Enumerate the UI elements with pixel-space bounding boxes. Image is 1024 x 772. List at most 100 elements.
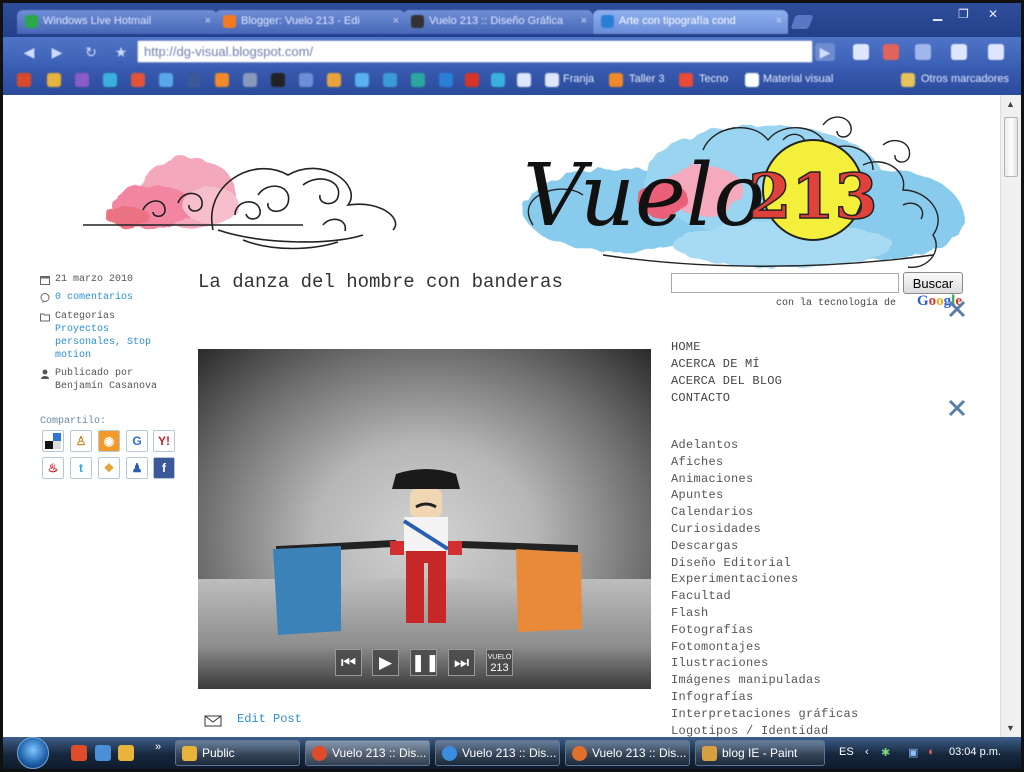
category-link[interactable]: Apuntes (671, 488, 724, 502)
scrollbar-thumb[interactable] (1004, 117, 1018, 177)
bookmark-icon[interactable] (47, 73, 61, 87)
bookmark-icon[interactable] (103, 73, 117, 87)
browser-tab-active[interactable]: Arte con tipografía cond × (593, 10, 788, 34)
bookmark-icon[interactable] (679, 73, 693, 87)
minimize-icon[interactable]: ▁ (933, 7, 942, 21)
pause-icon[interactable]: ❚❚ (410, 649, 440, 676)
technorati-share-icon[interactable]: ♨ (42, 457, 64, 479)
bookmark-label[interactable]: Taller 3 (629, 73, 664, 85)
bookmark-icon[interactable] (243, 73, 257, 87)
bookmark-icon[interactable] (383, 73, 397, 87)
start-button[interactable] (17, 737, 49, 769)
network-tray-icon[interactable]: ✱ (881, 746, 890, 759)
next-icon[interactable]: ⏭ (448, 649, 475, 676)
video-player[interactable]: ⏮ ▶ ❚❚ ⏭ VUELO 213 (198, 349, 651, 689)
desktop-quicklaunch-icon[interactable] (95, 745, 111, 761)
bookmark-label[interactable]: Franja (563, 73, 594, 85)
category-link[interactable]: Infografías (671, 690, 754, 704)
bookmark-icon[interactable] (545, 73, 559, 87)
bookmark-icon[interactable] (609, 73, 623, 87)
extension-icon[interactable] (915, 44, 931, 60)
category-link[interactable]: Experimentaciones (671, 572, 799, 586)
close-tab-icon[interactable]: × (581, 10, 587, 32)
page-menu-icon[interactable] (951, 44, 967, 60)
address-bar[interactable]: http://dg-visual.blogspot.com/ (137, 40, 813, 63)
bookmark-icon[interactable] (17, 73, 31, 87)
browser-tab[interactable]: Vuelo 213 :: Diseño Gráfica × (403, 10, 593, 34)
taskbar-item[interactable]: Public (175, 740, 300, 766)
rss-share-icon[interactable]: ◉ (98, 430, 120, 452)
display-tray-icon[interactable]: ▣ (908, 746, 918, 759)
category-link[interactable]: Animaciones (671, 472, 754, 486)
bookmark-icon[interactable] (75, 73, 89, 87)
nav-contact[interactable]: CONTACTO (671, 391, 730, 405)
nav-home[interactable]: HOME (671, 340, 701, 354)
bookmark-icon[interactable] (439, 73, 453, 87)
clock[interactable]: 03:04 p.m. (949, 746, 1001, 758)
bookmark-icon[interactable] (131, 73, 145, 87)
search-button[interactable]: Buscar (903, 272, 963, 294)
close-tab-icon[interactable]: × (205, 10, 211, 32)
bookmark-star-icon[interactable]: ★ (111, 43, 131, 61)
bookmark-label[interactable]: Tecno (699, 73, 728, 85)
bookmark-label[interactable]: Material visual (763, 73, 833, 85)
reload-icon[interactable]: ↻ (81, 43, 101, 61)
bookmark-icon[interactable] (187, 73, 201, 87)
extension-icon[interactable] (883, 44, 899, 60)
show-hidden-icons-icon[interactable]: ‹ (865, 746, 869, 758)
close-tab-icon[interactable]: × (776, 10, 782, 32)
post-title[interactable]: La danza del hombre con banderas (198, 271, 563, 293)
media-quicklaunch-icon[interactable] (118, 745, 134, 761)
bookmark-icon[interactable] (355, 73, 369, 87)
new-tab-button[interactable] (790, 15, 814, 29)
close-window-icon[interactable]: ✕ (988, 7, 998, 21)
bookmark-icon[interactable] (159, 73, 173, 87)
category-link[interactable]: Fotografías (671, 623, 754, 637)
digg-share-icon[interactable]: ♙ (70, 430, 92, 452)
category-link[interactable]: Curiosidades (671, 522, 761, 536)
twitter-share-icon[interactable]: t (70, 457, 92, 479)
chrome-quicklaunch-icon[interactable] (71, 745, 87, 761)
yahoo-share-icon[interactable]: Y! (153, 430, 175, 452)
blog-header-banner[interactable]: Vuelo 213 (3, 95, 1000, 275)
extension-icon[interactable] (853, 44, 869, 60)
browser-tab[interactable]: Windows Live Hotmail × (17, 10, 217, 34)
tools-icon[interactable] (947, 398, 967, 418)
search-input[interactable] (671, 273, 899, 293)
category-link[interactable]: Flash (671, 606, 709, 620)
taskbar-item[interactable]: blog IE - Paint (695, 740, 825, 766)
category-link[interactable]: Descargas (671, 539, 739, 553)
category-link[interactable]: Ilustraciones (671, 656, 769, 670)
bookmark-icon[interactable] (411, 73, 425, 87)
windows-live-share-icon[interactable]: ❖ (98, 457, 120, 479)
category-link[interactable]: Imágenes manipuladas (671, 673, 821, 687)
facebook-share-icon[interactable]: f (153, 457, 175, 479)
close-tab-icon[interactable]: × (393, 10, 399, 32)
more-quicklaunch-icon[interactable]: » (155, 741, 161, 753)
page-scrollbar[interactable]: ▲ ▼ (1000, 95, 1021, 737)
language-indicator[interactable]: ES (839, 746, 854, 758)
bookmark-icon[interactable] (271, 73, 285, 87)
bookmark-icon[interactable] (299, 73, 313, 87)
category-link[interactable]: Facultad (671, 589, 731, 603)
taskbar-item[interactable]: Vuelo 213 :: Dis... (565, 740, 690, 766)
myspace-share-icon[interactable]: ♟ (126, 457, 148, 479)
bookmark-icon[interactable] (465, 73, 479, 87)
comments-link[interactable]: 0 comentarios (55, 291, 133, 304)
category-link[interactable]: Calendarios (671, 505, 754, 519)
delicious-share-icon[interactable] (42, 430, 64, 452)
bookmark-icon[interactable] (745, 73, 759, 87)
nav-about-me[interactable]: ACERCA DE MÍ (671, 357, 760, 371)
category-link[interactable]: Adelantos (671, 438, 739, 452)
category-link[interactable]: Afiches (671, 455, 724, 469)
bookmark-icon[interactable] (215, 73, 229, 87)
play-icon[interactable]: ▶ (372, 649, 399, 676)
nav-about-blog[interactable]: ACERCA DEL BLOG (671, 374, 782, 388)
tools-icon[interactable] (947, 299, 967, 319)
scroll-down-icon[interactable]: ▼ (1006, 723, 1015, 733)
category-link[interactable]: Fotomontajes (671, 640, 761, 654)
forward-icon[interactable]: ▶ (47, 43, 67, 61)
taskbar-item[interactable]: Vuelo 213 :: Dis... (435, 740, 560, 766)
previous-icon[interactable]: ⏮ (335, 649, 362, 676)
go-icon[interactable]: ▶ (815, 43, 835, 61)
